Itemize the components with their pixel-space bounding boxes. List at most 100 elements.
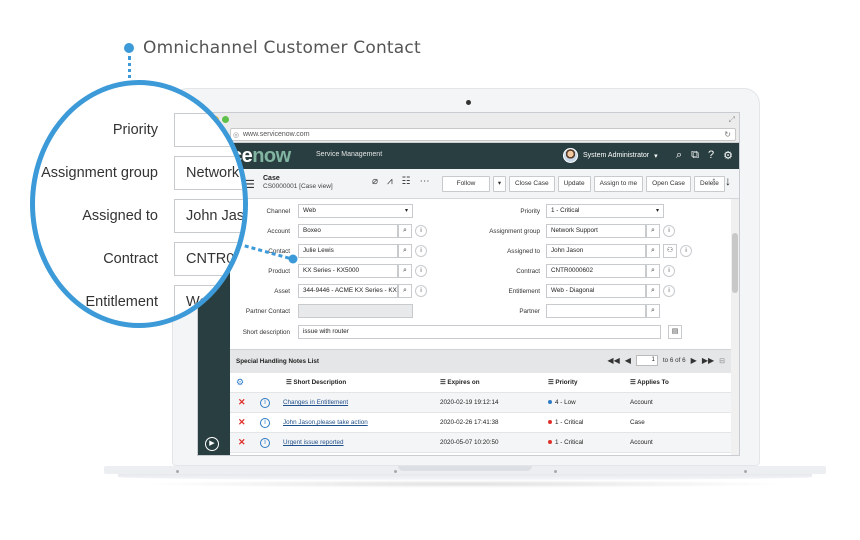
priority-dot xyxy=(548,440,552,445)
assign-to-me-button[interactable]: Assign to me xyxy=(593,176,644,192)
reload-icon[interactable]: ↻ xyxy=(724,129,731,140)
column-header[interactable]: ☰ Priority xyxy=(548,379,577,386)
assignment-group-input[interactable]: Network Support xyxy=(546,224,646,238)
gear-icon[interactable]: ⚙ xyxy=(723,149,733,162)
account-input[interactable]: Boxeo xyxy=(298,224,398,238)
note-link[interactable]: John Jason,please take action xyxy=(283,419,368,426)
help-icon[interactable]: ? xyxy=(708,149,714,162)
follow-button[interactable]: Follow xyxy=(442,176,490,192)
info-icon[interactable]: i xyxy=(260,438,270,448)
search-icon[interactable]: ⌕ xyxy=(646,224,660,238)
info-icon[interactable]: i xyxy=(663,285,675,297)
info-icon[interactable]: i xyxy=(415,265,427,277)
chevron-down-icon: ▾ xyxy=(654,152,658,160)
asset-input[interactable]: 344-9446 - ACME KX Series - KX5( xyxy=(298,284,398,298)
lens-contract-input: CNTR000 xyxy=(174,242,243,276)
play-icon[interactable]: ▶ xyxy=(205,437,219,451)
field-priority: Priority 1 - Critical ▾ xyxy=(470,204,664,218)
info-icon[interactable]: i xyxy=(260,418,270,428)
table-row: ✕ i Urgent issue reported 2020-05-07 10:… xyxy=(230,433,731,453)
column-header[interactable]: ☰ Short Description xyxy=(286,379,346,386)
avatar xyxy=(563,148,578,163)
delete-row-icon[interactable]: ✕ xyxy=(238,397,246,408)
table-row: ✕ i John Jason,please take action 2020-0… xyxy=(230,413,731,433)
search-icon[interactable]: ⌕ xyxy=(676,149,682,162)
priority-dot xyxy=(548,400,552,405)
search-icon[interactable]: ⌕ xyxy=(646,284,660,298)
note-link[interactable]: Urgent issue reported xyxy=(283,439,344,446)
search-icon[interactable]: ⌕ xyxy=(398,264,412,278)
case-toolbar: ☰ Case CS0000001 [Case view] ⌀ ⩘ ☷ ⋯ Fol… xyxy=(230,169,739,199)
camera-dot xyxy=(466,100,471,105)
page-number-input[interactable]: 1 xyxy=(635,355,658,366)
delete-row-icon[interactable]: ✕ xyxy=(238,417,246,428)
lens-entitlement-input: Web xyxy=(174,285,243,319)
callout-dot xyxy=(124,43,134,53)
contract-input[interactable]: CNTR0000602 xyxy=(546,264,646,278)
assigned-to-input[interactable]: John Jason xyxy=(546,244,646,258)
search-icon[interactable]: ⌕ xyxy=(398,244,412,258)
fullscreen-icon[interactable]: ⤢ xyxy=(729,115,735,125)
assign-user-icon[interactable]: ⚇ xyxy=(663,244,677,258)
arrow-down-icon[interactable]: ↓ xyxy=(725,174,731,188)
partner-contact-input xyxy=(298,304,413,318)
close-case-button[interactable]: Close Case xyxy=(509,176,555,192)
search-icon[interactable]: ⌕ xyxy=(398,224,412,238)
priority-select[interactable]: 1 - Critical ▾ xyxy=(546,204,664,218)
field-entitlement: Entitlement Web - Diagonal ⌕ i xyxy=(470,284,675,298)
arrow-up-icon[interactable]: ↑ xyxy=(711,174,717,188)
short-description-input[interactable]: issue with router xyxy=(298,325,661,339)
first-page-icon[interactable]: ◀◀ xyxy=(607,356,619,365)
open-case-button[interactable]: Open Case xyxy=(646,176,692,192)
lens-row-assignment-group: Assignment group Network xyxy=(35,156,243,190)
chat-icon[interactable]: ⧉ xyxy=(691,149,699,162)
lens-row-priority: Priority xyxy=(35,113,243,147)
address-bar[interactable]: ◎ www.servicenow.com ↻ xyxy=(230,128,736,141)
info-icon[interactable]: i xyxy=(415,225,427,237)
lens-row-contract: Contract CNTR000 xyxy=(35,242,243,276)
user-menu[interactable]: System Administrator ▾ xyxy=(563,148,658,163)
column-header[interactable]: ☰ Applies To xyxy=(630,379,669,386)
column-header[interactable]: ☰ Expires on xyxy=(440,379,480,386)
attachment-icon[interactable]: ⌀ xyxy=(372,176,378,187)
search-icon[interactable]: ⌕ xyxy=(646,304,660,318)
follow-dropdown-icon[interactable]: ▾ xyxy=(493,176,506,192)
field-partner: Partner ⌕ xyxy=(470,304,660,318)
product-name: Service Management xyxy=(316,151,383,158)
user-name: System Administrator xyxy=(583,152,650,159)
suggestion-icon[interactable]: ▤ xyxy=(668,325,682,339)
settings-sliders-icon[interactable]: ☷ xyxy=(402,176,411,187)
info-icon[interactable]: i xyxy=(415,285,427,297)
entitlement-input[interactable]: Web - Diagonal xyxy=(546,284,646,298)
info-icon[interactable]: i xyxy=(663,265,675,277)
collapse-icon[interactable]: ⊟ xyxy=(719,357,725,365)
last-page-icon[interactable]: ▶▶ xyxy=(702,356,714,365)
activity-icon[interactable]: ⩘ xyxy=(387,176,393,187)
info-icon[interactable]: i xyxy=(415,245,427,257)
delete-row-icon[interactable]: ✕ xyxy=(238,437,246,448)
list-gear-icon[interactable]: ⚙ xyxy=(236,377,244,388)
partner-input[interactable] xyxy=(546,304,646,318)
app-header: rvicenow Service Management System Admin… xyxy=(198,143,739,169)
scrollbar-thumb[interactable] xyxy=(732,233,738,293)
search-icon[interactable]: ⌕ xyxy=(646,264,660,278)
more-icon[interactable]: ⋯ xyxy=(420,176,430,187)
contact-input[interactable]: Julie Lewis xyxy=(298,244,398,258)
search-icon[interactable]: ⌕ xyxy=(398,284,412,298)
magnifier-lens: Priority Assignment group Network Assign… xyxy=(30,80,248,328)
note-link[interactable]: Changes in Entitlement xyxy=(283,399,348,406)
field-short-description: Short description issue with router ▤ xyxy=(230,325,682,339)
case-number: CS0000001 [Case view] xyxy=(263,183,333,190)
previous-page-icon[interactable]: ◀ xyxy=(625,356,631,365)
info-icon[interactable]: i xyxy=(260,398,270,408)
info-icon[interactable]: i xyxy=(680,245,692,257)
product-input[interactable]: KX Series - KX5000 xyxy=(298,264,398,278)
case-title: Case CS0000001 [Case view] xyxy=(263,175,333,190)
update-button[interactable]: Update xyxy=(557,176,591,192)
channel-select[interactable]: Web ▾ xyxy=(298,204,413,218)
search-icon[interactable]: ⌕ xyxy=(646,244,660,258)
next-page-icon[interactable]: ▶ xyxy=(691,356,697,365)
info-icon[interactable]: i xyxy=(663,225,675,237)
address-text: www.servicenow.com xyxy=(243,131,310,138)
callout-text: Omnichannel Customer Contact xyxy=(143,38,421,58)
